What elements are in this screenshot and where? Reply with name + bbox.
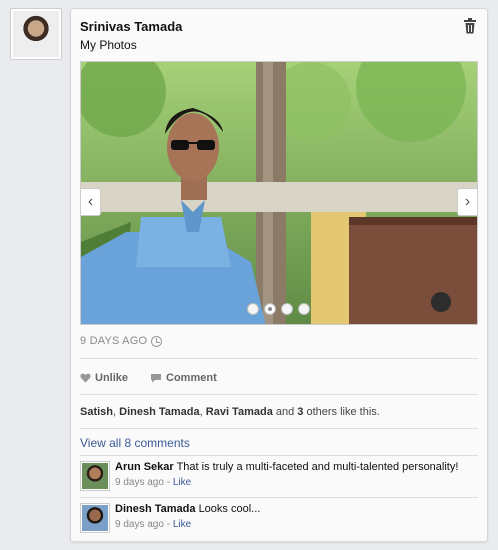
likes-summary: Satish, Dinesh Tamada, Ravi Tamada and 3…: [80, 406, 380, 418]
divider: [80, 394, 478, 395]
carousel-next-button[interactable]: ›: [457, 188, 477, 216]
comment-meta-separator: -: [163, 519, 173, 530]
carousel-dot[interactable]: [281, 303, 293, 315]
carousel-dot[interactable]: [247, 303, 259, 315]
divider: [80, 428, 478, 429]
chevron-right-icon: ›: [464, 193, 471, 210]
comment-button[interactable]: Comment: [150, 372, 217, 384]
comment-body: Arun Sekar That is truly a multi-faceted…: [115, 461, 458, 491]
comment-text: That is truly a multi-faceted and multi-…: [176, 461, 459, 473]
carousel-dots: [247, 303, 310, 315]
unlike-label: Unlike: [95, 372, 129, 384]
liker-name[interactable]: Ravi Tamada: [206, 406, 273, 418]
comment-avatar[interactable]: [80, 503, 110, 533]
unlike-button[interactable]: Unlike: [80, 372, 128, 384]
post-subtitle: My Photos: [80, 38, 137, 52]
post-actions: Unlike Comment: [80, 372, 217, 384]
comment-author[interactable]: Arun Sekar: [115, 461, 174, 473]
comment-label: Comment: [166, 372, 217, 384]
comment-avatar-image: [82, 463, 108, 489]
comment-meta-separator: -: [163, 477, 173, 488]
carousel-prev-button[interactable]: ‹: [81, 188, 101, 216]
comment-meta: 9 days ago - Like: [115, 519, 260, 530]
liker-name[interactable]: Satish: [80, 406, 113, 418]
comment-item: Arun Sekar That is truly a multi-faceted…: [80, 461, 458, 491]
photo-carousel[interactable]: ‹ ›: [80, 61, 478, 325]
comment-time: 9 days ago: [115, 477, 164, 488]
post-card: Srinivas Tamada My Photos ‹ › 9 DAYS AGO…: [70, 8, 488, 542]
comment-text: Looks cool...: [198, 503, 261, 515]
post-timestamp[interactable]: 9 DAYS AGO: [80, 335, 163, 347]
author-avatar[interactable]: [10, 8, 62, 60]
carousel-dot[interactable]: [298, 303, 310, 315]
post-timestamp-text: 9 DAYS AGO: [80, 335, 148, 347]
author-avatar-image: [13, 11, 59, 57]
chevron-left-icon: ‹: [87, 193, 94, 210]
view-all-comments-link[interactable]: View all 8 comments: [80, 436, 190, 450]
trash-icon[interactable]: [463, 18, 477, 34]
divider: [80, 455, 478, 456]
comment-author[interactable]: Dinesh Tamada: [115, 503, 196, 515]
divider: [80, 358, 478, 359]
likes-others-text: others like this.: [303, 406, 380, 418]
comment-avatar-image: [82, 505, 108, 531]
comment-meta: 9 days ago - Like: [115, 477, 458, 488]
comment-like-link[interactable]: Like: [173, 477, 191, 488]
liker-name[interactable]: Dinesh Tamada: [119, 406, 200, 418]
comment-item: Dinesh Tamada Looks cool... 9 days ago -…: [80, 503, 260, 533]
heart-icon: [80, 373, 91, 383]
likes-separator: and: [272, 406, 298, 418]
post-photo: [81, 62, 477, 324]
comment-time: 9 days ago: [115, 519, 164, 530]
comment-like-link[interactable]: Like: [173, 519, 191, 530]
comment-avatar[interactable]: [80, 461, 110, 491]
post-author[interactable]: Srinivas Tamada: [80, 19, 182, 34]
clock-icon: [151, 335, 163, 347]
comment-body: Dinesh Tamada Looks cool... 9 days ago -…: [115, 503, 260, 533]
comment-bubble-icon: [151, 374, 162, 383]
divider: [80, 497, 478, 498]
carousel-dot[interactable]: [264, 303, 276, 315]
